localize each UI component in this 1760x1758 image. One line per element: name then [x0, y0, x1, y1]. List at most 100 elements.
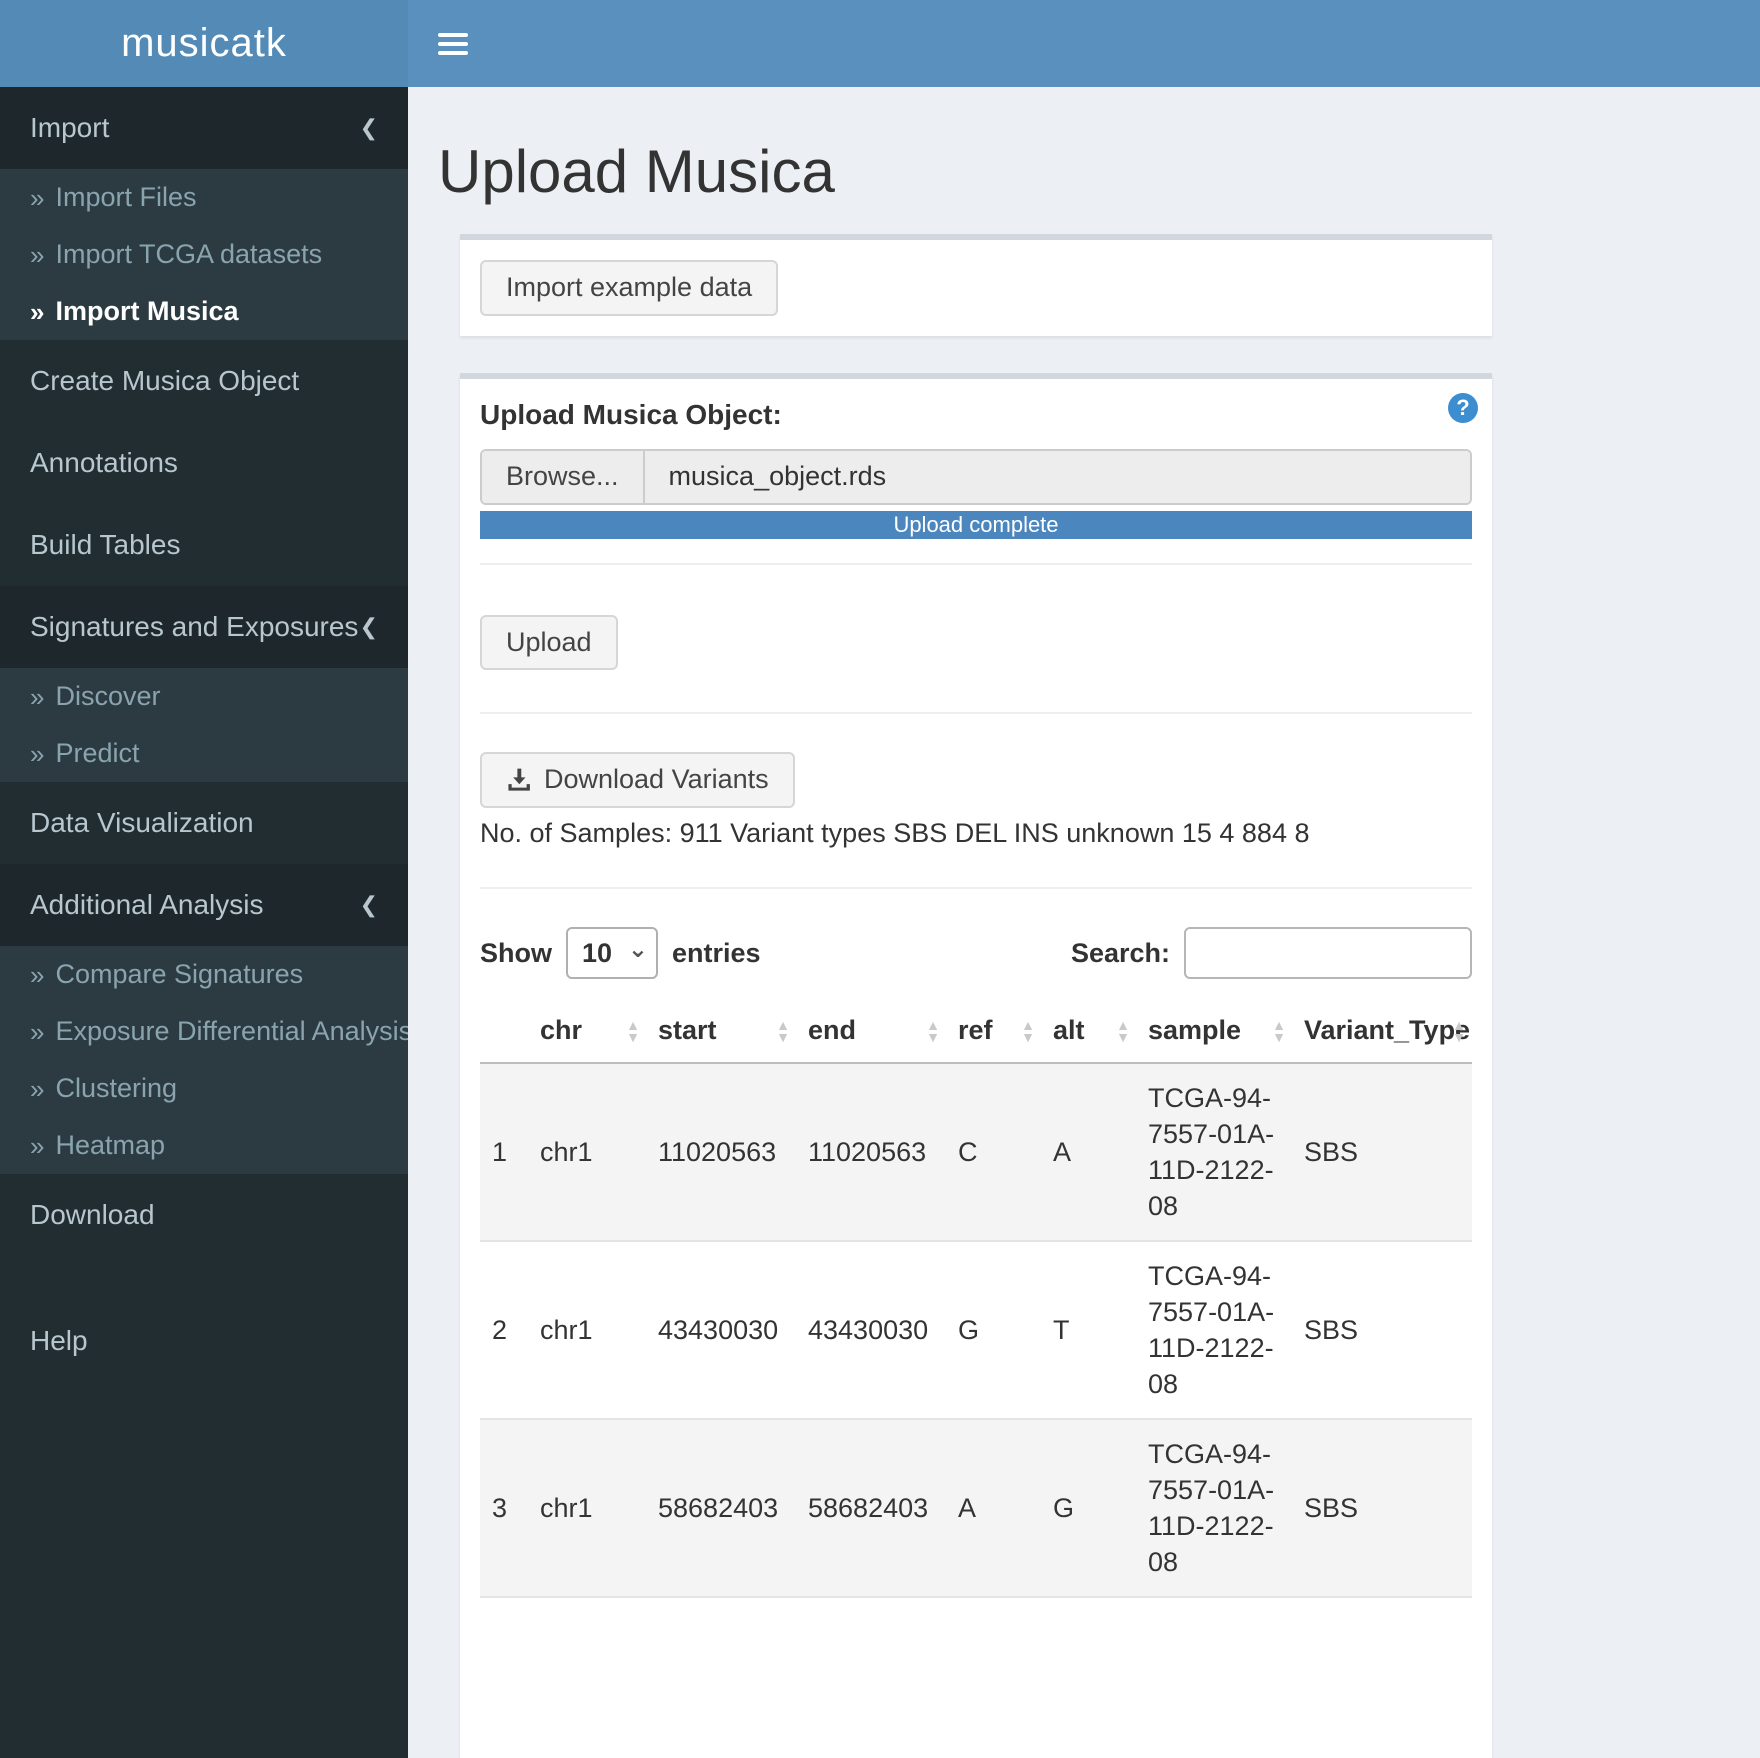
sidebar-item-label: Compare Signatures — [55, 959, 303, 990]
sidebar-menu: Import❮ » Import Files »Import TCGA dataset… — [0, 87, 408, 1382]
column-header-label: ref — [958, 1015, 993, 1045]
show-label: Show — [480, 938, 552, 969]
sidebar-item-predict[interactable]: »Predict — [0, 725, 408, 782]
column-header-ref[interactable]: ref ▲▼ — [946, 999, 1041, 1063]
sort-icons[interactable]: ▲▼ — [626, 1019, 640, 1043]
table-row[interactable]: 2chr14343003043430030GTTCGA-94-7557-01A-… — [480, 1241, 1472, 1419]
sidebar-item-label: Data Visualization — [30, 807, 254, 839]
sidebar-item-import-musica[interactable]: » Import Musica — [0, 283, 408, 340]
double-chevron-right-icon: » — [30, 741, 41, 767]
sidebar-item-help[interactable]: Help — [0, 1300, 408, 1382]
double-chevron-right-icon: » — [30, 1019, 41, 1045]
sidebar-item-clustering[interactable]: » Clustering — [0, 1060, 408, 1117]
cell-start: 43430030 — [646, 1241, 796, 1419]
sidebar-item-annotations[interactable]: Annotations — [0, 422, 408, 504]
import-example-data-button[interactable]: Import example data — [480, 260, 778, 316]
double-chevron-right-icon: » — [30, 1076, 41, 1102]
sort-icons[interactable]: ▲▼ — [1272, 1019, 1286, 1043]
sidebar-item-import-files[interactable]: » Import Files — [0, 169, 408, 226]
table-row[interactable]: 3chr15868240358682403AGTCGA-94-7557-01A-… — [480, 1419, 1472, 1597]
sidebar-item-label: Import Files — [55, 182, 196, 213]
chevron-left-icon: ❮ — [360, 614, 378, 640]
sidebar-item-discover[interactable]: »Discover — [0, 668, 408, 725]
upload-musica-box: ? Upload Musica Object: Browse... musica… — [460, 373, 1492, 1758]
cell-ref: C — [946, 1063, 1041, 1241]
browse-button[interactable]: Browse... — [482, 451, 645, 503]
column-header-sample[interactable]: sample▲▼ — [1136, 999, 1292, 1063]
sort-descending-icon: ▼ — [1272, 1031, 1286, 1043]
sidebar-item-signatures-and-exposures[interactable]: Signatures and Exposures❮ — [0, 586, 408, 668]
page-size-select[interactable]: 10 — [566, 927, 658, 979]
sidebar-item-heatmap[interactable]: » Heatmap — [0, 1117, 408, 1174]
cell-alt: A — [1041, 1063, 1136, 1241]
sidebar-item-label: Create Musica Object — [30, 365, 299, 397]
double-chevron-right-icon: » — [30, 962, 41, 988]
sidebar-item-label: Heatmap — [55, 1130, 165, 1161]
sidebar-item-download[interactable]: Download — [0, 1174, 408, 1256]
cell-chr: chr1 — [528, 1063, 646, 1241]
column-header-alt[interactable]: alt ▲▼ — [1041, 999, 1136, 1063]
column-header-label: Variant_Type — [1304, 1015, 1470, 1045]
file-input: Browse... musica_object.rds — [480, 449, 1472, 505]
cell-variant_type: SBS — [1292, 1241, 1472, 1419]
sidebar-item-label: Exposure Differential Analysis — [55, 1016, 408, 1047]
cell-chr: chr1 — [528, 1241, 646, 1419]
sort-icons[interactable]: ▲▼ — [1116, 1019, 1130, 1043]
sort-icons[interactable]: ▲▼ — [776, 1019, 790, 1043]
column-header-label: alt — [1053, 1015, 1085, 1045]
cell-chr: chr1 — [528, 1419, 646, 1597]
double-chevron-right-icon: » — [30, 185, 41, 211]
app-logo[interactable]: musicatk — [0, 0, 408, 87]
sidebar-item-label: Import Musica — [55, 296, 238, 327]
table-body: 1chr11102056311020563CATCGA-94-7557-01A-… — [480, 1063, 1472, 1597]
sidebar-item-build-tables[interactable]: Build Tables — [0, 504, 408, 586]
double-chevron-right-icon: » — [30, 684, 41, 710]
content-area: Upload Musica Import example data ? Uplo… — [408, 87, 1760, 1758]
sidebar-item-compare-signatures[interactable]: » Compare Signatures — [0, 946, 408, 1003]
cell-end: 43430030 — [796, 1241, 946, 1419]
import-example-box: Import example data — [460, 234, 1492, 336]
upload-button[interactable]: Upload — [480, 615, 618, 671]
sidebar-item-label: Clustering — [55, 1073, 177, 1104]
divider — [480, 887, 1472, 889]
selected-filename[interactable]: musica_object.rds — [645, 451, 1470, 503]
sidebar-item-exposure-differential-analysis[interactable]: » Exposure Differential Analysis — [0, 1003, 408, 1060]
divider — [480, 563, 1472, 565]
sidebar-item-create-musica-object[interactable]: Create Musica Object — [0, 340, 408, 422]
sort-descending-icon: ▼ — [1452, 1031, 1466, 1043]
sidebar-item-additional-analysis[interactable]: Additional Analysis❮ — [0, 864, 408, 946]
sort-descending-icon: ▼ — [1116, 1031, 1130, 1043]
cell-alt: T — [1041, 1241, 1136, 1419]
cell-alt: G — [1041, 1419, 1136, 1597]
double-chevron-right-icon: » — [30, 1133, 41, 1159]
column-header-start[interactable]: start ▲▼ — [646, 999, 796, 1063]
datatable-controls: Show 10 ⌄ entries Search: — [480, 927, 1472, 979]
cell-end: 11020563 — [796, 1063, 946, 1241]
download-variants-button[interactable]: Download Variants — [480, 752, 795, 808]
column-header-variant_type[interactable]: Variant_Type▲▼ — [1292, 999, 1472, 1063]
upload-object-label: Upload Musica Object: — [480, 399, 1472, 431]
sidebar-item-import-tcga-datasets[interactable]: »Import TCGA datasets — [0, 226, 408, 283]
help-icon[interactable]: ? — [1448, 393, 1478, 423]
row-number-header[interactable] — [480, 999, 528, 1063]
double-chevron-right-icon: » — [30, 299, 41, 325]
search-input[interactable] — [1184, 927, 1472, 979]
top-bar: musicatk — [0, 0, 1760, 87]
page-title: Upload Musica — [438, 137, 1760, 206]
column-header-label: start — [658, 1015, 717, 1045]
divider — [480, 712, 1472, 714]
sidebar-item-data-visualization[interactable]: Data Visualization — [0, 782, 408, 864]
column-header-chr[interactable]: chr▲▼ — [528, 999, 646, 1063]
sidebar-item-import[interactable]: Import❮ — [0, 87, 408, 169]
table-row[interactable]: 1chr11102056311020563CATCGA-94-7557-01A-… — [480, 1063, 1472, 1241]
sidebar-toggle-button[interactable] — [408, 0, 498, 87]
sort-icons[interactable]: ▲▼ — [926, 1019, 940, 1043]
chevron-left-icon: ❮ — [360, 892, 378, 918]
sort-icons[interactable]: ▲▼ — [1021, 1019, 1035, 1043]
cell-sample: TCGA-94-7557-01A-11D-2122-08 — [1136, 1063, 1292, 1241]
column-header-end[interactable]: end▲▼ — [796, 999, 946, 1063]
row-number: 1 — [480, 1063, 528, 1241]
sidebar-item-label: Annotations — [30, 447, 178, 479]
sort-icons[interactable]: ▲▼ — [1452, 1019, 1466, 1043]
entries-label: entries — [672, 938, 761, 969]
